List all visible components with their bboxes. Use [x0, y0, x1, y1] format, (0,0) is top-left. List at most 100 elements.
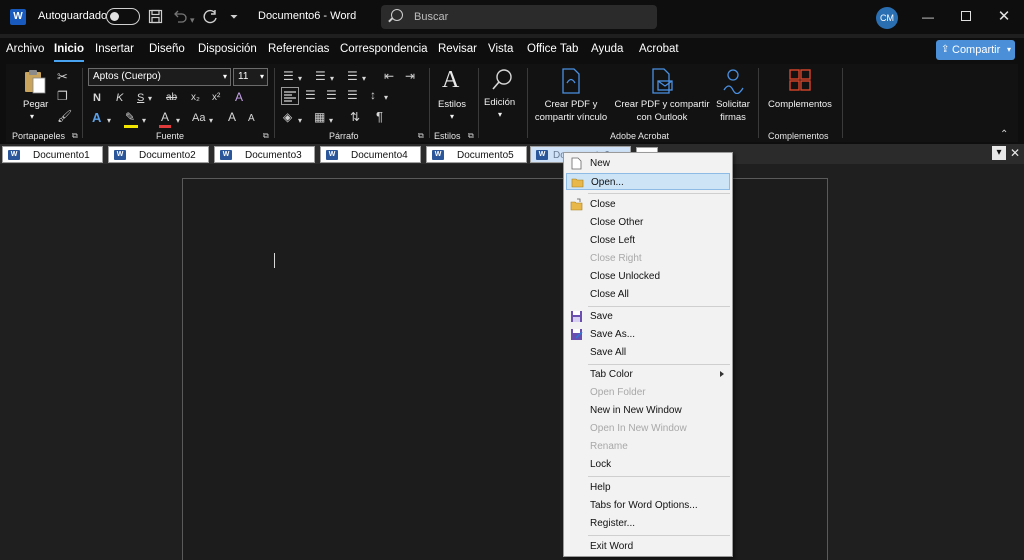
borders-icon[interactable]: ▦ — [314, 111, 325, 123]
menu-item-close[interactable]: Close — [566, 196, 730, 213]
menu-item-save-all[interactable]: Save All — [566, 344, 730, 361]
underline-dropdown-icon[interactable]: ▾ — [148, 92, 152, 106]
create-pdf-share-link-button[interactable]: Crear PDF y compartir vínculo — [530, 68, 612, 128]
paste-dropdown-icon[interactable]: ▾ — [30, 110, 34, 123]
menu-correspondencia[interactable]: Correspondencia — [340, 43, 428, 55]
font-color-dropdown-icon[interactable]: ▾ — [176, 114, 180, 128]
highlight-icon[interactable]: ✎ — [125, 111, 135, 123]
highlight-dropdown-icon[interactable]: ▾ — [142, 114, 146, 128]
multilevel-dropdown-icon[interactable]: ▾ — [362, 72, 366, 86]
show-marks-button[interactable]: ¶ — [376, 110, 383, 124]
menu-item-exit-word[interactable]: Exit Word — [566, 538, 730, 555]
request-signatures-button[interactable]: Solicitar firmas — [710, 68, 756, 128]
font-launcher-icon[interactable]: ⧉ — [263, 132, 269, 140]
align-center-icon[interactable]: ☰ — [305, 89, 316, 101]
menu-office-tab[interactable]: Office Tab — [527, 43, 578, 55]
autosave-toggle[interactable] — [106, 8, 140, 25]
bold-button[interactable]: N — [93, 91, 101, 105]
menu-item-tab-color[interactable]: Tab Color — [566, 366, 730, 383]
font-color-button[interactable]: A — [161, 110, 169, 124]
doc-tab-5[interactable]: W Documento5 — [426, 146, 527, 163]
line-spacing-dropdown-icon[interactable]: ▾ — [384, 91, 388, 105]
bullets-icon[interactable]: ☰ — [283, 70, 294, 82]
shading-icon[interactable]: ◈ — [283, 111, 292, 123]
align-right-icon[interactable]: ☰ — [326, 89, 337, 101]
menu-item-open[interactable]: Open... — [566, 173, 730, 190]
menu-item-lock[interactable]: Lock — [566, 456, 730, 473]
menu-item-save[interactable]: Save — [566, 308, 730, 325]
underline-button[interactable]: S — [137, 91, 144, 105]
change-case-dropdown-icon[interactable]: ▾ — [209, 114, 213, 128]
menu-ayuda[interactable]: Ayuda — [591, 43, 623, 55]
menu-acrobat[interactable]: Acrobat — [639, 43, 679, 55]
menu-item-tabs-options[interactable]: Tabs for Word Options... — [566, 497, 730, 514]
shading-dropdown-icon[interactable]: ▾ — [298, 114, 302, 128]
styles-launcher-icon[interactable]: ⧉ — [468, 132, 474, 140]
menu-item-close-all[interactable]: Close All — [566, 286, 730, 303]
save-icon[interactable] — [148, 9, 163, 27]
undo-icon[interactable] — [172, 9, 188, 27]
close-icon[interactable]: ✕ — [996, 9, 1012, 25]
grow-font-button[interactable]: A — [228, 110, 236, 124]
maximize-icon[interactable] — [958, 9, 974, 25]
menu-item-close-unlocked[interactable]: Close Unlocked — [566, 268, 730, 285]
paste-button[interactable]: Pegar ▾ — [20, 68, 50, 124]
customize-toolbar-icon[interactable]: ⏷ — [230, 10, 238, 26]
undo-dropdown-icon[interactable]: ▾ — [190, 12, 195, 28]
decrease-indent-icon[interactable]: ⇤ — [384, 70, 394, 82]
bullets-dropdown-icon[interactable]: ▾ — [298, 72, 302, 86]
change-case-button[interactable]: Aa — [192, 111, 205, 125]
search-box[interactable]: Buscar — [381, 5, 657, 29]
doc-tab-3[interactable]: W Documento3 — [214, 146, 315, 163]
paragraph-launcher-icon[interactable]: ⧉ — [418, 132, 424, 140]
menu-item-register[interactable]: Register... — [566, 515, 730, 532]
menu-item-close-left[interactable]: Close Left — [566, 232, 730, 249]
line-spacing-icon[interactable]: ↕ — [370, 89, 376, 101]
justify-icon[interactable]: ☰ — [347, 89, 358, 101]
menu-item-save-as[interactable]: Save As... — [566, 326, 730, 343]
share-button[interactable]: ⇪ Compartir ▾ — [936, 40, 1015, 60]
styles-button[interactable]: A Estilos ▾ — [436, 68, 472, 128]
text-effects-dropdown-icon[interactable]: ▾ — [107, 114, 111, 128]
menu-archivo[interactable]: Archivo — [6, 43, 44, 55]
copy-icon[interactable]: ❐ — [57, 90, 68, 102]
minimize-icon[interactable]: — — [920, 9, 936, 25]
close-tab-strip-icon[interactable]: ✕ — [1008, 146, 1022, 160]
cut-icon[interactable]: ✂ — [57, 70, 68, 83]
format-painter-icon[interactable]: 🖌 — [57, 110, 72, 122]
doc-tab-1[interactable]: W Documento1 — [2, 146, 103, 163]
menu-insertar[interactable]: Insertar — [95, 43, 134, 55]
menu-disposicion[interactable]: Disposición — [198, 43, 257, 55]
menu-revisar[interactable]: Revisar — [438, 43, 477, 55]
strikethrough-button[interactable]: ab — [166, 91, 177, 105]
clipboard-launcher-icon[interactable]: ⧉ — [72, 132, 78, 140]
redo-icon[interactable] — [203, 9, 219, 28]
clear-format-button[interactable]: A — [235, 90, 243, 104]
menu-item-new[interactable]: New — [566, 155, 730, 172]
menu-inicio[interactable]: Inicio — [54, 43, 85, 62]
borders-dropdown-icon[interactable]: ▾ — [329, 114, 333, 128]
italic-button[interactable]: K — [116, 91, 123, 105]
superscript-button[interactable]: x² — [212, 91, 220, 105]
sort-icon[interactable]: ⇅ — [350, 111, 360, 123]
numbering-dropdown-icon[interactable]: ▾ — [330, 72, 334, 86]
align-left-button[interactable] — [281, 87, 299, 105]
font-size-box[interactable]: 11 ▾ — [233, 68, 268, 86]
menu-item-close-other[interactable]: Close Other — [566, 214, 730, 231]
text-effects-button[interactable]: A — [92, 111, 101, 125]
menu-referencias[interactable]: Referencias — [268, 43, 329, 55]
create-pdf-outlook-button[interactable]: Crear PDF y compartir con Outlook — [612, 68, 712, 128]
tab-list-dropdown-icon[interactable]: ▾ — [992, 146, 1006, 160]
doc-tab-2[interactable]: W Documento2 — [108, 146, 209, 163]
collapse-ribbon-icon[interactable]: ⌃ — [1000, 130, 1008, 140]
increase-indent-icon[interactable]: ⇥ — [405, 70, 415, 82]
menu-vista[interactable]: Vista — [488, 43, 513, 55]
font-name-box[interactable]: Aptos (Cuerpo) ▾ — [88, 68, 231, 86]
menu-item-help[interactable]: Help — [566, 479, 730, 496]
menu-diseno[interactable]: Diseño — [149, 43, 185, 55]
editing-button[interactable]: Edición ▾ — [482, 68, 522, 128]
menu-item-new-in-new-window[interactable]: New in New Window — [566, 402, 730, 419]
multilevel-list-icon[interactable]: ☰ — [347, 70, 358, 82]
doc-tab-4[interactable]: W Documento4 — [320, 146, 421, 163]
user-avatar[interactable]: CM — [876, 7, 898, 29]
